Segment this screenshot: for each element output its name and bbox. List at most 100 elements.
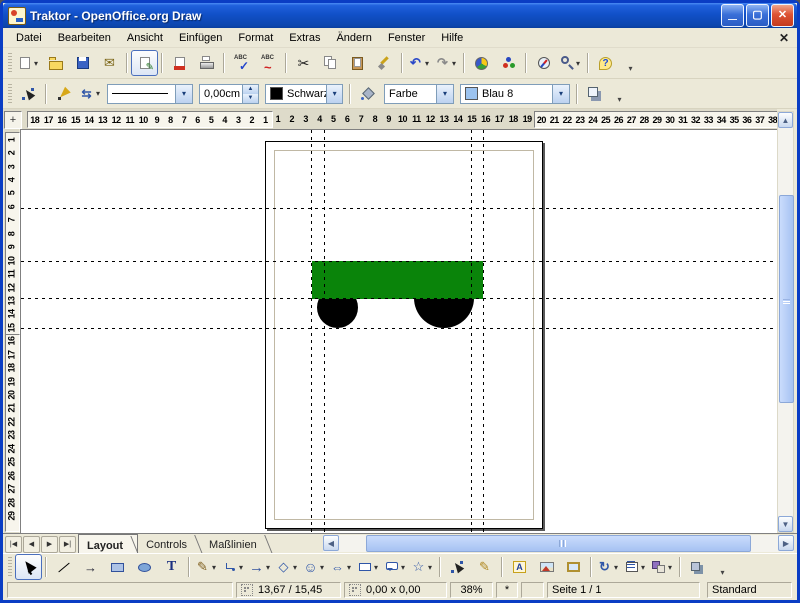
tab-ma-linien[interactable]: Maßlinien <box>201 534 271 554</box>
fill-type-dropdown-icon[interactable]: ▾ <box>436 85 453 103</box>
connector-dropdown-icon[interactable]: ▾ <box>239 563 246 572</box>
scroll-right-button[interactable]: ▶ <box>778 535 794 551</box>
document-close-button[interactable]: ✕ <box>779 31 789 45</box>
callout-button[interactable]: ▾ <box>382 554 409 580</box>
autospellcheck-button[interactable] <box>255 50 282 76</box>
status-zoom-cell[interactable]: 38% <box>450 582 493 598</box>
gallery-draw-button[interactable] <box>560 554 587 580</box>
toolbar-grip[interactable] <box>8 557 12 577</box>
guide-vertical-2[interactable] <box>324 130 325 533</box>
glue-points-button[interactable] <box>471 554 498 580</box>
rotate-button[interactable]: ▾ <box>595 554 622 580</box>
align-dropdown-icon[interactable]: ▾ <box>641 563 648 572</box>
paste-button[interactable] <box>344 50 371 76</box>
help-button[interactable] <box>592 50 619 76</box>
fill-type-select[interactable]: Farbe ▾ <box>384 84 454 104</box>
open-button[interactable] <box>42 50 69 76</box>
symbol-shapes-button[interactable]: ▾ <box>301 554 328 580</box>
guide-horizontal-2[interactable] <box>21 261 777 262</box>
spellcheck-button[interactable] <box>228 50 255 76</box>
edit-file-button[interactable] <box>131 50 158 76</box>
fill-bucket-button[interactable] <box>354 81 381 107</box>
toolbar-options-button[interactable]: ▾ <box>715 555 730 579</box>
scroll-left-button[interactable]: ◀ <box>323 535 339 551</box>
curve-dropdown-icon[interactable]: ▾ <box>212 563 219 572</box>
horizontal-ruler[interactable]: 1817161514131211109876543211234567891011… <box>23 109 777 129</box>
redo-dropdown-icon[interactable]: ▾ <box>452 59 459 68</box>
tractor-body[interactable] <box>312 261 483 299</box>
line-style-select[interactable]: ▾ <box>107 84 193 104</box>
cut-button[interactable] <box>290 50 317 76</box>
guide-horizontal-4[interactable] <box>21 328 777 329</box>
tab-layout[interactable]: Layout <box>78 534 138 554</box>
edit-points-button[interactable] <box>444 554 471 580</box>
arrow-shapes-button[interactable]: ▾ <box>328 554 355 580</box>
text-button[interactable] <box>158 554 185 580</box>
copy-button[interactable] <box>317 50 344 76</box>
spin-down-icon[interactable]: ▼ <box>243 94 258 103</box>
rect-button[interactable] <box>104 554 131 580</box>
close-button[interactable]: ✕ <box>771 4 794 27</box>
arrow-style-button[interactable]: ▾ <box>77 81 104 107</box>
tab-next-button[interactable]: ▶ <box>41 536 58 553</box>
toolbar-grip[interactable] <box>8 53 12 73</box>
menu-fenster[interactable]: Fenster <box>380 30 433 46</box>
basic-shapes-button[interactable]: ▾ <box>274 554 301 580</box>
status-size-cell[interactable]: 0,00 x 0,00 <box>344 582 447 598</box>
stars-dropdown-icon[interactable]: ▾ <box>428 563 435 572</box>
minimize-button[interactable]: — <box>721 4 744 27</box>
toolbar-options-button[interactable]: ▾ <box>623 51 638 75</box>
arrange-button[interactable]: ▾ <box>649 554 676 580</box>
guide-horizontal-1[interactable] <box>21 208 777 209</box>
tab-prev-button[interactable]: ◀ <box>23 536 40 553</box>
tab-controls[interactable]: Controls <box>138 534 201 554</box>
zoom-dropdown-icon[interactable]: ▾ <box>576 59 583 68</box>
save-button[interactable] <box>69 50 96 76</box>
guide-vertical-1[interactable] <box>311 130 312 533</box>
scroll-up-button[interactable]: ▲ <box>778 112 793 128</box>
fill-color-dropdown-icon[interactable]: ▾ <box>552 85 569 103</box>
menu--ndern[interactable]: Ändern <box>328 30 379 46</box>
horizontal-scroll-thumb[interactable] <box>366 535 751 552</box>
menu-datei[interactable]: Datei <box>8 30 50 46</box>
chart-button[interactable] <box>468 50 495 76</box>
email-button[interactable] <box>96 50 123 76</box>
symbol-shapes-dropdown-icon[interactable]: ▾ <box>320 563 327 572</box>
line-color-select[interactable]: Schwarz ▾ <box>265 84 343 104</box>
block-arrow-button[interactable]: ▾ <box>247 554 274 580</box>
arrange-dropdown-icon[interactable]: ▾ <box>668 563 675 572</box>
edit-points-button[interactable] <box>15 81 42 107</box>
ruler-origin-button[interactable]: + <box>4 111 22 129</box>
navigator-button[interactable] <box>530 50 557 76</box>
new-dropdown-icon[interactable]: ▾ <box>34 59 41 68</box>
zoom-button[interactable]: ▾ <box>557 50 584 76</box>
menu-ansicht[interactable]: Ansicht <box>119 30 171 46</box>
redo-button[interactable]: ▾ <box>433 50 460 76</box>
guide-vertical-4[interactable] <box>483 130 484 533</box>
menu-bearbeiten[interactable]: Bearbeiten <box>50 30 119 46</box>
curve-button[interactable]: ▾ <box>193 554 220 580</box>
format-paintbrush-button[interactable] <box>371 50 398 76</box>
export-pdf-button[interactable] <box>166 50 193 76</box>
line-width-spin-buttons[interactable]: ▲▼ <box>242 85 258 103</box>
vertical-scroll-thumb[interactable] <box>779 195 794 403</box>
tab-first-button[interactable]: |◀ <box>5 536 22 553</box>
vertical-ruler[interactable]: 1234567891011121314151617181920212223242… <box>4 129 19 533</box>
guide-vertical-3[interactable] <box>471 130 472 533</box>
menu-hilfe[interactable]: Hilfe <box>433 30 471 46</box>
fontwork-button[interactable] <box>506 554 533 580</box>
toolbar-grip[interactable] <box>8 84 12 104</box>
line-button[interactable] <box>50 554 77 580</box>
status-position-cell[interactable]: 13,67 / 15,45 <box>236 582 341 598</box>
guide-horizontal-3[interactable] <box>21 298 777 299</box>
new-button[interactable]: ▾ <box>15 50 42 76</box>
flowchart-button[interactable]: ▾ <box>355 554 382 580</box>
tab-last-button[interactable]: ▶| <box>59 536 76 553</box>
connector-button[interactable]: ▾ <box>220 554 247 580</box>
print-button[interactable] <box>193 50 220 76</box>
line-color-dropdown-icon[interactable]: ▾ <box>326 85 342 103</box>
from-file-button[interactable] <box>533 554 560 580</box>
drawing-canvas[interactable] <box>20 129 777 533</box>
stars-button[interactable]: ▾ <box>409 554 436 580</box>
extrusion-button[interactable] <box>684 554 711 580</box>
